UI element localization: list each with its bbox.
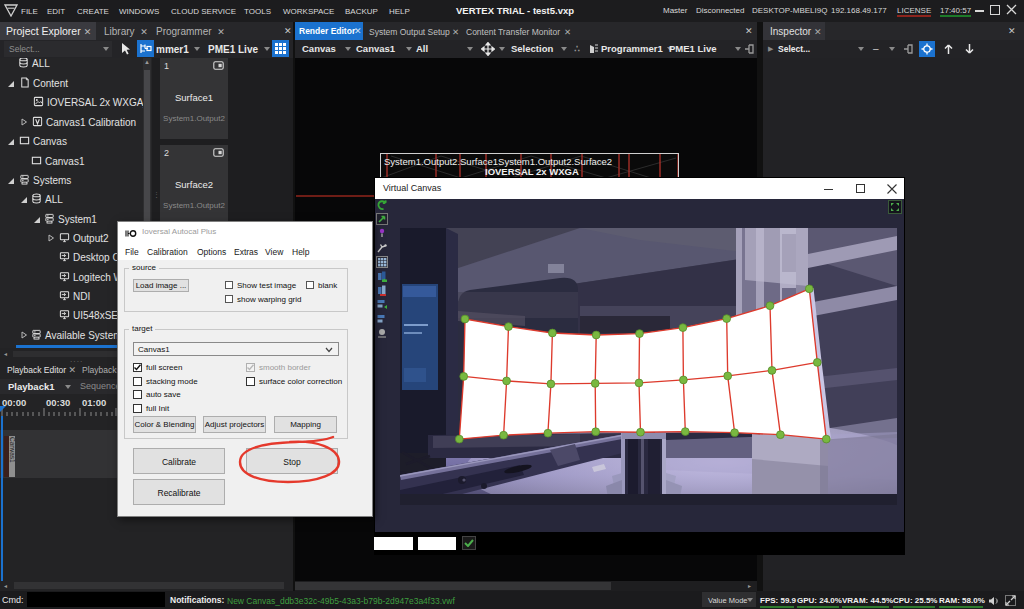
svg-text:IOVERSAL 2x WXGA: IOVERSAL 2x WXGA (485, 166, 579, 177)
